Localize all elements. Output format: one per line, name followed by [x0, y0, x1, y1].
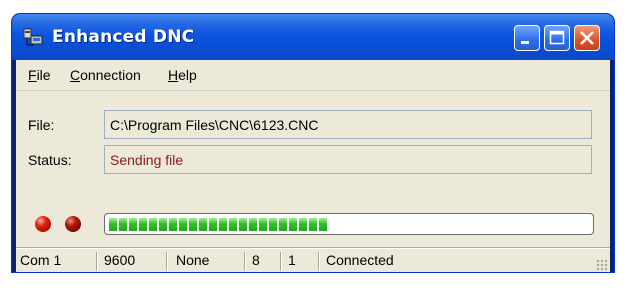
- progress-segment: [199, 218, 207, 231]
- statusbar-databits: 8: [252, 252, 260, 268]
- status-field: Sending file: [104, 145, 592, 174]
- menu-file-label: ile: [36, 67, 51, 83]
- menu-help[interactable]: Help: [168, 67, 197, 83]
- dnc-app-icon: [23, 28, 43, 46]
- maximize-icon: [549, 30, 565, 45]
- menu-help-label: elp: [178, 67, 197, 83]
- progress-segment: [219, 218, 227, 231]
- resize-grip[interactable]: [596, 259, 608, 271]
- progress-segment: [289, 218, 297, 231]
- menu-file-mnemonic: F: [28, 67, 37, 83]
- status-bar: Com 1 9600 None 8 1 Connected: [16, 248, 610, 272]
- progress-segment: [239, 218, 247, 231]
- transfer-progress-bar: [104, 213, 594, 235]
- statusbar-baud: 9600: [104, 252, 136, 268]
- close-icon: [580, 31, 594, 45]
- progress-segment: [119, 218, 127, 231]
- statusbar-parity: None: [176, 252, 210, 268]
- menu-connection-mnemonic: C: [70, 67, 81, 83]
- progress-segment: [109, 218, 117, 231]
- file-path-field: C:\Program Files\CNC\6123.CNC: [104, 110, 592, 139]
- progress-segment: [259, 218, 267, 231]
- maximize-button[interactable]: [544, 25, 570, 51]
- progress-segment: [129, 218, 137, 231]
- progress-fill: [109, 218, 327, 231]
- progress-segment: [309, 218, 317, 231]
- status-label: Status:: [28, 152, 72, 168]
- menu-file[interactable]: File: [28, 67, 51, 83]
- statusbar-divider: [96, 252, 97, 271]
- progress-segment: [279, 218, 287, 231]
- menu-connection[interactable]: Connection: [70, 67, 141, 83]
- progress-segment: [209, 218, 217, 231]
- progress-segment: [179, 218, 187, 231]
- led-dark-red-indicator: [65, 216, 81, 232]
- app-window: Enhanced DNC File Connection Help File:: [12, 14, 614, 272]
- progress-segment: [229, 218, 237, 231]
- file-label: File:: [28, 117, 55, 133]
- window-title: Enhanced DNC: [52, 27, 195, 47]
- progress-segment: [299, 218, 307, 231]
- menu-connection-label: onnection: [80, 67, 141, 83]
- statusbar-divider: [244, 252, 245, 271]
- led-red-indicator: [35, 216, 51, 232]
- progress-segment: [269, 218, 277, 231]
- menu-help-mnemonic: H: [168, 67, 179, 83]
- statusbar-port: Com 1: [20, 252, 62, 268]
- progress-segment: [319, 218, 327, 231]
- progress-segment: [149, 218, 157, 231]
- progress-segment: [139, 218, 147, 231]
- statusbar-connection-state: Connected: [326, 252, 394, 268]
- client-area: File Connection Help File: C:\Program Fi…: [16, 60, 610, 272]
- statusbar-divider: [280, 252, 281, 271]
- minimize-button[interactable]: [514, 25, 540, 51]
- minimize-icon: [521, 41, 529, 44]
- progress-segment: [189, 218, 197, 231]
- statusbar-stopbits: 1: [288, 252, 296, 268]
- title-bar[interactable]: Enhanced DNC: [12, 14, 614, 60]
- close-button[interactable]: [574, 25, 600, 51]
- progress-segment: [169, 218, 177, 231]
- menu-bar: File Connection Help: [16, 60, 610, 91]
- progress-segment: [249, 218, 257, 231]
- statusbar-divider: [166, 252, 167, 271]
- progress-segment: [159, 218, 167, 231]
- statusbar-divider: [318, 252, 319, 271]
